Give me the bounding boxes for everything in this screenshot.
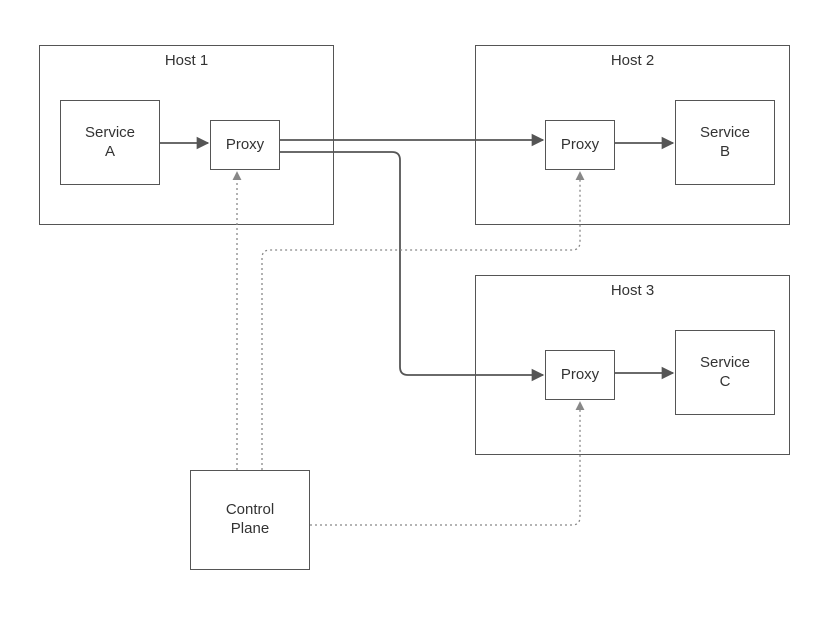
service-c-label: ServiceC — [700, 354, 750, 392]
service-a-box: ServiceA — [60, 100, 160, 185]
proxy1-box: Proxy — [210, 120, 280, 170]
service-a-label: ServiceA — [85, 124, 135, 162]
service-b-label: ServiceB — [700, 124, 750, 162]
host2-title: Host 2 — [476, 52, 789, 69]
proxy2-label: Proxy — [561, 136, 599, 155]
control-plane-label: ControlPlane — [226, 501, 274, 539]
diagram-root: Host 1 ServiceA Proxy Host 2 Proxy Servi… — [0, 0, 840, 620]
service-c-box: ServiceC — [675, 330, 775, 415]
host1-title: Host 1 — [40, 52, 333, 69]
proxy1-label: Proxy — [226, 136, 264, 155]
service-b-box: ServiceB — [675, 100, 775, 185]
proxy2-box: Proxy — [545, 120, 615, 170]
proxy3-label: Proxy — [561, 366, 599, 385]
proxy3-box: Proxy — [545, 350, 615, 400]
control-plane-box: ControlPlane — [190, 470, 310, 570]
host3-title: Host 3 — [476, 282, 789, 299]
